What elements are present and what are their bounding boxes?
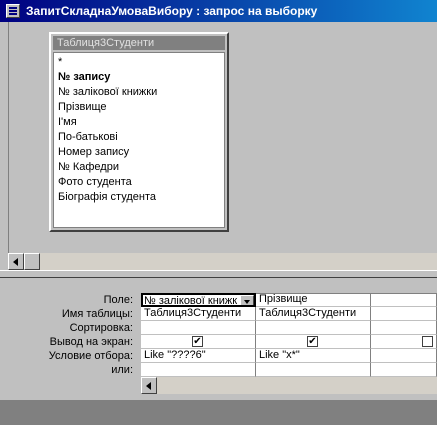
field-item-patronymic[interactable]: По-батькові [58,130,118,145]
field-item-record-number[interactable]: Номер запису [58,145,129,160]
field-item-record-no[interactable]: № запису [58,70,110,85]
row-label-table: Имя таблицы: [61,308,133,320]
field-item-surname[interactable]: Прізвище [58,100,107,115]
field-cell-3[interactable] [371,293,437,307]
query-icon[interactable] [6,4,20,18]
field-item-gradebook-no[interactable]: № залікової книжки [58,85,157,100]
or-cell-2[interactable] [256,363,371,377]
arrow-left-icon [146,382,151,390]
table-cell-3[interactable] [371,307,437,321]
sort-cell-2[interactable] [256,321,371,335]
design-grid-pane: Поле: Имя таблицы: Сортировка: Вывод на … [8,280,437,400]
sort-cell-3[interactable] [371,321,437,335]
table-cell-1[interactable]: Таблиця3Студенти [141,307,256,321]
window-title: ЗапитСкладнаУмоваВибору : запрос на выбо… [26,4,318,18]
chevron-down-icon[interactable] [240,295,254,305]
field-cell-1-value: № залікової книжк [144,295,238,307]
show-checkbox-3[interactable] [422,336,433,347]
field-item-biography[interactable]: Біографія студента [58,190,156,205]
show-checkbox-1[interactable]: ✔ [192,336,203,347]
row-label-show: Вывод на экран: [49,336,133,348]
scroll-left-button[interactable] [8,253,24,270]
criteria-cell-2[interactable]: Like "х*" [256,349,371,363]
or-cell-1[interactable] [141,363,256,377]
grid-scroll-left-button[interactable] [141,377,157,394]
row-label-or: или: [111,364,133,376]
show-cell-1[interactable]: ✔ [141,335,256,349]
upper-horizontal-scrollbar[interactable] [8,253,437,270]
field-list-title[interactable]: Таблиця3Студенти [53,36,225,50]
row-label-sort: Сортировка: [69,322,133,334]
criteria-cell-3[interactable] [371,349,437,363]
show-cell-2[interactable]: ✔ [256,335,371,349]
table-cell-2[interactable]: Таблиця3Студенти [256,307,371,321]
row-label-field: Поле: [103,294,133,306]
query-design-window: ЗапитСкладнаУмоваВибору : запрос на выбо… [0,0,437,400]
field-item-name[interactable]: І'мя [58,115,77,130]
title-bar[interactable]: ЗапитСкладнаУмоваВибору : запрос на выбо… [0,0,437,22]
arrow-left-icon [13,258,18,266]
row-label-criteria: Условие отбора: [48,350,133,362]
sort-cell-1[interactable] [141,321,256,335]
table-pane: Таблиця3Студенти * № запису № залікової … [8,22,437,270]
criteria-cell-1[interactable]: Like "????6" [141,349,256,363]
field-item-department[interactable]: № Кафедри [58,160,119,175]
field-cell-1[interactable]: № залікової книжк [141,293,256,307]
or-cell-3[interactable] [371,363,437,377]
lower-horizontal-scrollbar[interactable] [141,377,437,394]
pane-splitter[interactable] [0,270,437,278]
field-list: * № запису № залікової книжки Прізвище І… [53,52,225,228]
show-checkbox-2[interactable]: ✔ [307,336,318,347]
field-item-all[interactable]: * [58,55,62,70]
field-list-window[interactable]: Таблиця3Студенти * № запису № залікової … [49,32,229,232]
scroll-thumb[interactable] [24,253,40,270]
qbe-grid: № залікової книжк Таблиця3Студенти ✔ Lik… [141,289,437,384]
field-item-photo[interactable]: Фото студента [58,175,132,190]
field-cell-2[interactable]: Прізвище [256,293,371,307]
show-cell-3[interactable] [371,335,437,349]
